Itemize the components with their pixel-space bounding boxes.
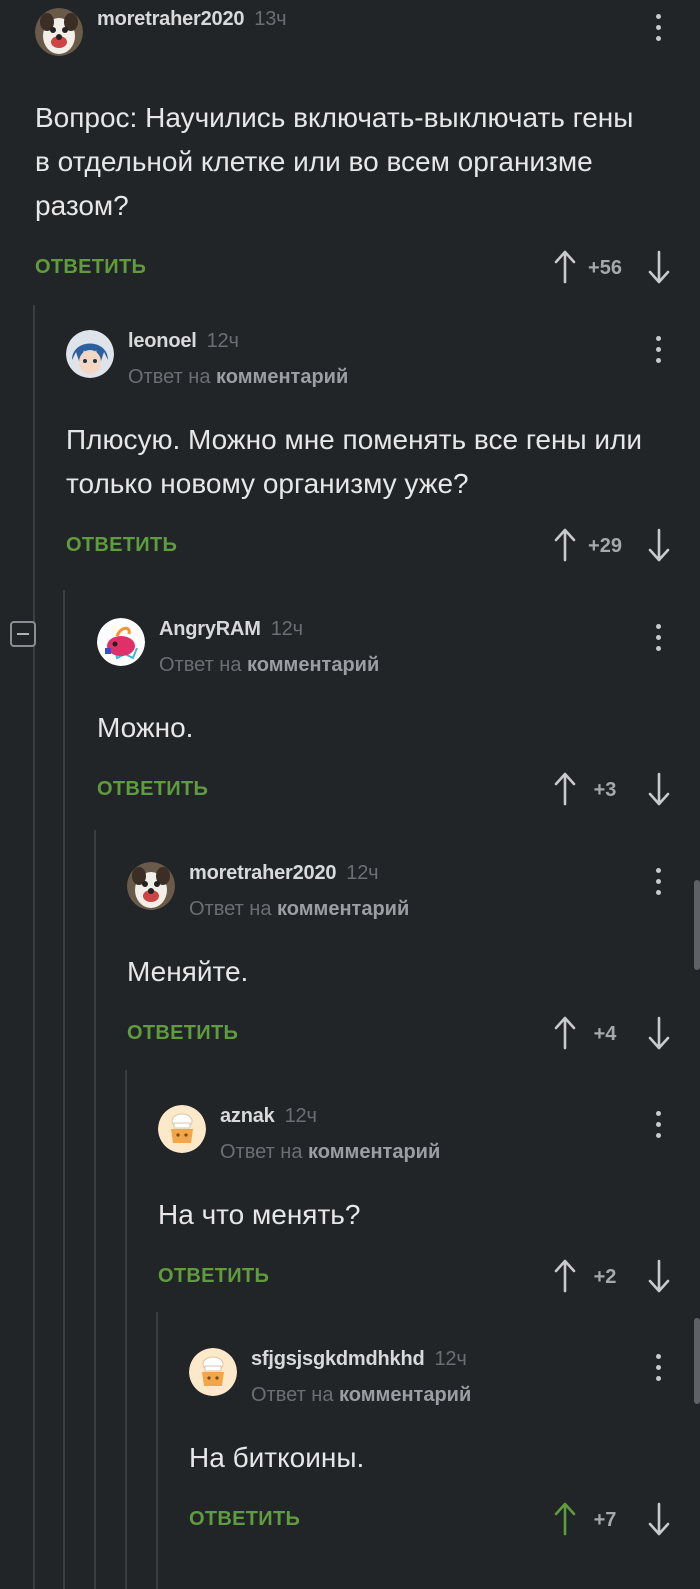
comment-text: Плюсую. Можно мне поменять все гены или … (66, 424, 642, 499)
timestamp: 12ч (206, 330, 239, 352)
downvote-arrow-icon[interactable] (648, 1259, 670, 1293)
reply-to-label: Ответ на комментарий (159, 654, 380, 676)
downvote-arrow-icon[interactable] (648, 250, 670, 284)
comment-actions: ОТВЕТИТЬ +2 (158, 1257, 700, 1297)
timestamp: 12ч (346, 862, 379, 884)
upvote-arrow-icon[interactable] (554, 772, 576, 806)
upvote-arrow-icon[interactable] (554, 250, 576, 284)
ram-avatar[interactable] (97, 618, 145, 666)
more-options-icon[interactable] (646, 868, 670, 904)
thread-line-4 (125, 1070, 127, 1589)
reply-button[interactable]: ОТВЕТИТЬ (189, 1508, 300, 1531)
rating: +4 (593, 1023, 617, 1045)
scrollbar[interactable] (694, 880, 700, 970)
thread-line-5 (156, 1312, 158, 1589)
upvote-arrow-icon[interactable] (554, 528, 576, 562)
more-options-icon[interactable] (646, 14, 670, 50)
reply-to-label: Ответ на комментарий (189, 898, 410, 920)
timestamp: 12ч (284, 1105, 317, 1127)
reply-to-label: Ответ на комментарий (220, 1141, 441, 1163)
downvote-arrow-icon[interactable] (648, 528, 670, 562)
comment-text: Меняйте. (127, 956, 249, 987)
comment-header: moretraher2020 12ч Ответ на комментарий (127, 862, 700, 920)
comment-text: Можно. (97, 712, 194, 743)
downvote-arrow-icon[interactable] (648, 1502, 670, 1536)
timestamp: 12ч (434, 1348, 467, 1370)
comment-actions: ОТВЕТИТЬ +3 (97, 770, 700, 810)
more-options-icon[interactable] (646, 1354, 670, 1390)
reply-to-label: Ответ на комментарий (251, 1384, 472, 1406)
upvote-arrow-icon[interactable] (554, 1502, 576, 1536)
reply-button[interactable]: ОТВЕТИТЬ (158, 1265, 269, 1288)
username[interactable]: leonoel 12ч (128, 330, 239, 353)
reply-button[interactable]: ОТВЕТИТЬ (97, 778, 208, 801)
rating: +29 (588, 535, 622, 557)
timestamp: 12ч (270, 618, 303, 640)
downvote-arrow-icon[interactable] (648, 1016, 670, 1050)
rating: +56 (588, 257, 622, 279)
comment-header: moretraher2020 13ч (35, 8, 700, 56)
upvote-arrow-icon[interactable] (554, 1016, 576, 1050)
reply-button[interactable]: ОТВЕТИТЬ (35, 256, 146, 279)
reply-button[interactable]: ОТВЕТИТЬ (66, 534, 177, 557)
username[interactable]: moretraher2020 12ч (189, 862, 379, 885)
username[interactable]: AngryRAM 12ч (159, 618, 303, 641)
reply-button[interactable]: ОТВЕТИТЬ (127, 1022, 238, 1045)
upvote-arrow-icon[interactable] (554, 1259, 576, 1293)
thread-line-3 (94, 830, 96, 1589)
comment-actions: ОТВЕТИТЬ +4 (127, 1014, 700, 1054)
anime-avatar[interactable] (66, 330, 114, 378)
reply-to-link[interactable]: комментарий (247, 654, 379, 676)
more-options-icon[interactable] (646, 1111, 670, 1147)
comment-text: На биткоины. (189, 1442, 365, 1473)
rating: +3 (593, 779, 617, 801)
collapse-thread-button[interactable] (10, 621, 36, 647)
reply-to-link[interactable]: комментарий (216, 366, 348, 388)
rating: +2 (593, 1266, 617, 1288)
comment-header: sfjgsjsgkdmdhkhd 12ч Ответ на комментарий (189, 1348, 700, 1406)
username[interactable]: sfjgsjsgkdmdhkhd 12ч (251, 1348, 467, 1371)
comment-actions: ОТВЕТИТЬ +56 (35, 248, 700, 288)
comment: AngryRAM 12ч Ответ на комментарий Можно. … (97, 618, 700, 810)
comment-actions: ОТВЕТИТЬ +7 (189, 1500, 700, 1540)
comment-text: На что менять? (158, 1199, 361, 1230)
comment-text: Вопрос: Научились включать-выключать ген… (35, 102, 634, 221)
chef-avatar[interactable] (158, 1105, 206, 1153)
dog-avatar[interactable] (127, 862, 175, 910)
comment: sfjgsjsgkdmdhkhd 12ч Ответ на комментарий… (189, 1348, 700, 1540)
reply-to-link[interactable]: комментарий (277, 898, 409, 920)
username[interactable]: moretraher2020 13ч (97, 8, 287, 31)
reply-to-link[interactable]: комментарий (339, 1384, 471, 1406)
chef-avatar[interactable] (189, 1348, 237, 1396)
comment-actions: ОТВЕТИТЬ +29 (66, 526, 700, 566)
rating: +7 (593, 1509, 617, 1531)
reply-to-label: Ответ на комментарий (128, 366, 349, 388)
username[interactable]: aznak 12ч (220, 1105, 317, 1128)
reply-to-link[interactable]: комментарий (308, 1141, 440, 1163)
comment: aznak 12ч Ответ на комментарий На что мен… (158, 1105, 700, 1297)
comment: leonoel 12ч Ответ на комментарий Плюсую. … (66, 330, 700, 566)
scrollbar-secondary[interactable] (694, 1318, 700, 1404)
comment-header: aznak 12ч Ответ на комментарий (158, 1105, 700, 1163)
downvote-arrow-icon[interactable] (648, 772, 670, 806)
thread-line-1 (33, 305, 35, 1589)
timestamp: 13ч (254, 8, 287, 30)
more-options-icon[interactable] (646, 624, 670, 660)
dog-avatar[interactable] (35, 8, 83, 56)
more-options-icon[interactable] (646, 336, 670, 372)
comment-header: AngryRAM 12ч Ответ на комментарий (97, 618, 700, 676)
comment: moretraher2020 13ч Вопрос: Научились вклю… (35, 8, 700, 288)
comment-header: leonoel 12ч Ответ на комментарий (66, 330, 700, 388)
thread-line-2 (63, 590, 65, 1589)
comment: moretraher2020 12ч Ответ на комментарий М… (127, 862, 700, 1054)
